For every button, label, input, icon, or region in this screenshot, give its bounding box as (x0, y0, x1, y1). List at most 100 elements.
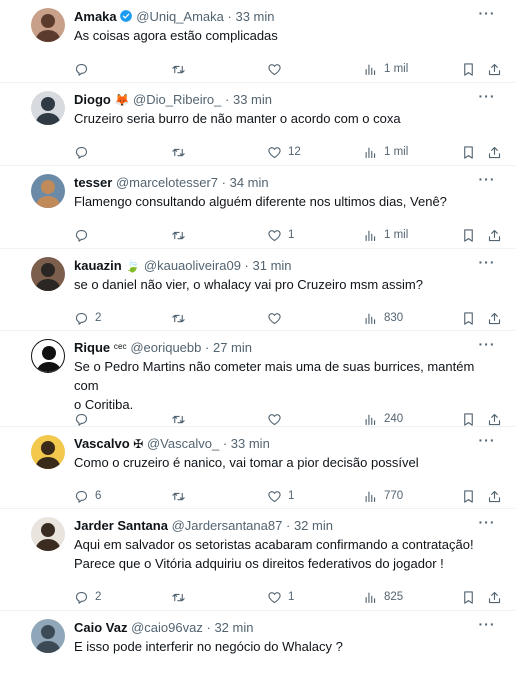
tweet-header: Caio Vaz @caio96vaz · 32 min (74, 620, 475, 636)
reply-button[interactable]: 6 (74, 487, 101, 505)
tweet-text-line: Flamengo consultando alguém diferente no… (74, 194, 447, 209)
views-button[interactable]: 240 (363, 410, 403, 428)
like-icon (268, 413, 281, 425)
timestamp[interactable]: 34 min (230, 175, 269, 190)
share-button[interactable] (487, 487, 508, 505)
author-name[interactable]: Jarder Santana (74, 518, 168, 533)
tweet-header: Diogo 🦊 @Dio_Ribeiro_ · 33 min (74, 92, 475, 108)
views-button[interactable]: 830 (363, 309, 403, 327)
views-button[interactable]: 1 mil (363, 226, 408, 244)
bookmark-button[interactable] (461, 309, 482, 327)
timestamp[interactable]: 32 min (214, 620, 253, 635)
avatar-image (35, 180, 61, 208)
avatar[interactable] (31, 435, 65, 469)
timestamp[interactable]: 27 min (213, 340, 252, 355)
tweet-actions: 12 1 mil (74, 143, 504, 161)
timestamp[interactable]: 33 min (233, 92, 272, 107)
timestamp[interactable]: 33 min (231, 436, 270, 451)
retweet-button[interactable] (171, 410, 192, 428)
avatar[interactable] (31, 619, 65, 653)
reply-button[interactable]: 2 (74, 309, 101, 327)
timestamp[interactable]: 33 min (235, 9, 274, 24)
author-name[interactable]: Caio Vaz (74, 620, 127, 635)
more-options-icon[interactable]: ··· (477, 515, 497, 533)
author-handle[interactable]: @kauaoliveira09 (144, 258, 241, 273)
bookmark-button[interactable] (461, 410, 482, 428)
bookmark-button[interactable] (461, 226, 482, 244)
author-name[interactable]: Amaka (74, 9, 117, 24)
like-icon (268, 146, 281, 158)
bookmark-button[interactable] (461, 60, 482, 78)
avatar[interactable] (31, 91, 65, 125)
reply-button[interactable]: 2 (74, 588, 101, 606)
avatar[interactable] (31, 8, 65, 42)
bookmark-button[interactable] (461, 143, 482, 161)
bookmark-button[interactable] (461, 487, 482, 505)
tweet-actions: 1 mil (74, 60, 504, 78)
bookmark-button[interactable] (461, 588, 482, 606)
tweet-header: Amaka @Uniq_Amaka · 33 min (74, 9, 475, 25)
author-handle[interactable]: @caio96vaz (131, 620, 203, 635)
views-button[interactable]: 770 (363, 487, 403, 505)
reply-button[interactable] (74, 410, 95, 428)
share-button[interactable] (487, 588, 508, 606)
more-options-icon[interactable]: ··· (477, 433, 497, 451)
retweet-button[interactable] (171, 143, 192, 161)
share-button[interactable] (487, 410, 508, 428)
avatar[interactable] (31, 257, 65, 291)
author-handle[interactable]: @Dio_Ribeiro_ (133, 92, 221, 107)
more-options-icon[interactable]: ··· (477, 617, 497, 635)
retweet-button[interactable] (171, 60, 192, 78)
timestamp[interactable]: 31 min (253, 258, 292, 273)
share-button[interactable] (487, 143, 508, 161)
like-button[interactable]: 12 (267, 143, 301, 161)
author-handle[interactable]: @Jardersantana87 (172, 518, 283, 533)
author-name[interactable]: kauazin (74, 258, 122, 273)
more-options-icon[interactable]: ··· (477, 255, 497, 273)
like-button[interactable] (267, 309, 288, 327)
like-button[interactable] (267, 410, 288, 428)
tweet-text: Flamengo consultando alguém diferente no… (74, 192, 485, 211)
share-button[interactable] (487, 60, 508, 78)
author-handle[interactable]: @marcelotesser7 (116, 175, 218, 190)
like-icon (268, 591, 281, 603)
reply-button[interactable] (74, 60, 95, 78)
views-button[interactable]: 825 (363, 588, 403, 606)
timestamp[interactable]: 32 min (294, 518, 333, 533)
tweet-text-line: se o daniel não vier, o whalacy vai pro … (74, 277, 423, 292)
like-button[interactable]: 1 (267, 487, 294, 505)
author-name[interactable]: Vascalvo (74, 436, 130, 451)
more-options-icon[interactable]: ··· (477, 172, 497, 190)
author-handle[interactable]: @eoriquebb (130, 340, 201, 355)
more-options-icon[interactable]: ··· (477, 6, 497, 24)
retweet-icon (172, 492, 185, 500)
views-button[interactable]: 1 mil (363, 143, 408, 161)
more-options-icon[interactable]: ··· (477, 89, 497, 107)
tweet-header: Rique ᶜᵉᶜ @eoriquebb · 27 min (74, 340, 475, 356)
retweet-button[interactable] (171, 226, 192, 244)
like-button[interactable]: 1 (267, 226, 294, 244)
author-name[interactable]: tesser (74, 175, 112, 190)
avatar-image (35, 263, 61, 291)
like-icon (268, 490, 281, 502)
avatar[interactable] (31, 174, 65, 208)
author-name[interactable]: Rique (74, 340, 110, 355)
reply-button[interactable] (74, 143, 95, 161)
views-button[interactable]: 1 mil (363, 60, 408, 78)
author-name[interactable]: Diogo (74, 92, 111, 107)
like-button[interactable] (267, 60, 288, 78)
reply-button[interactable] (74, 226, 95, 244)
like-button[interactable]: 1 (267, 588, 294, 606)
avatar-image (35, 14, 61, 42)
more-options-icon[interactable]: ··· (477, 337, 497, 355)
author-handle[interactable]: @Vascalvo_ (147, 436, 219, 451)
retweet-button[interactable] (171, 309, 192, 327)
retweet-button[interactable] (171, 588, 192, 606)
retweet-icon (172, 314, 185, 322)
avatar[interactable] (31, 339, 65, 373)
avatar[interactable] (31, 517, 65, 551)
author-handle[interactable]: @Uniq_Amaka (136, 9, 224, 24)
share-button[interactable] (487, 309, 508, 327)
retweet-button[interactable] (171, 487, 192, 505)
share-button[interactable] (487, 226, 508, 244)
